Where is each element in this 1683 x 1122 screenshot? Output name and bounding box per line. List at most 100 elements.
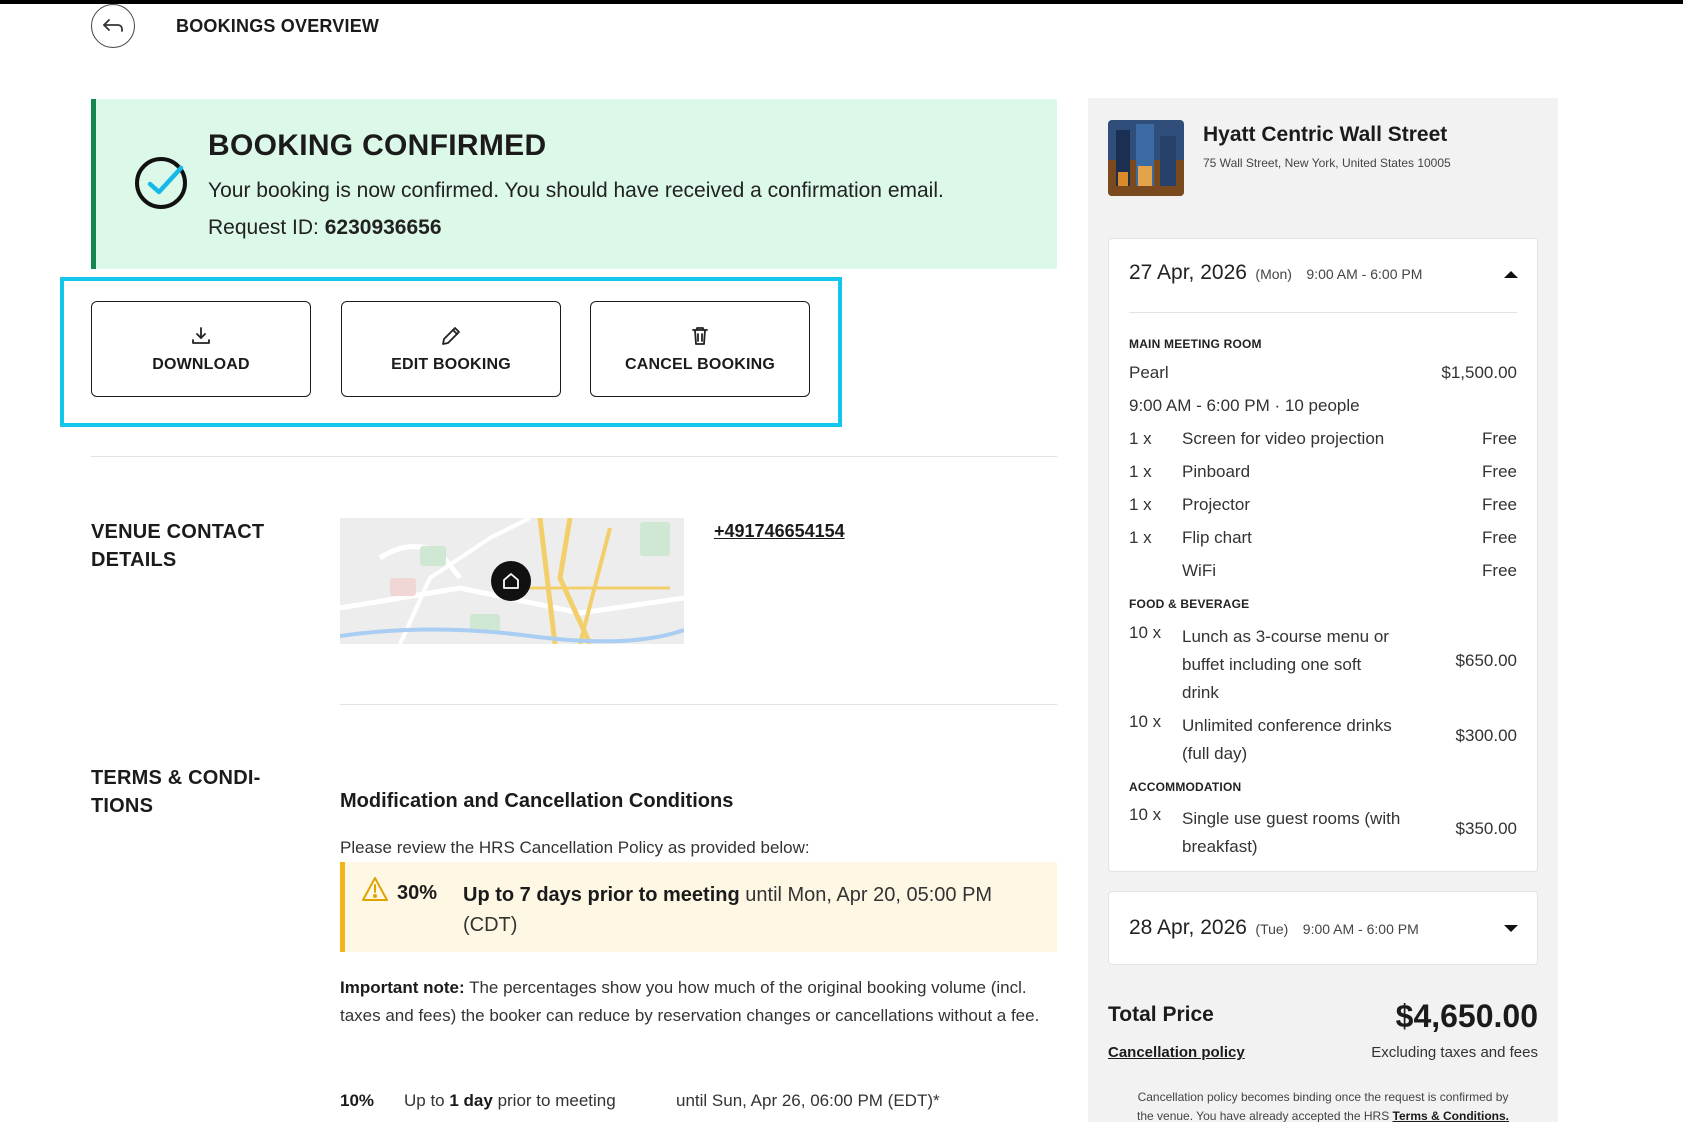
equipment-qty: 1 x <box>1129 462 1152 481</box>
hotel-address: 75 Wall Street, New York, United States … <box>1203 156 1451 170</box>
banner-title: BOOKING CONFIRMED <box>208 129 547 162</box>
room-price: $1,500.00 <box>1441 363 1517 382</box>
fb-price: $300.00 <box>1455 726 1517 745</box>
fb-item-line: drink <box>1182 683 1219 702</box>
pencil-icon <box>442 327 460 345</box>
caret-up-icon[interactable] <box>1503 269 1519 279</box>
download-label: DOWNLOAD <box>152 356 250 373</box>
day-weekday: (Tue) <box>1255 921 1289 937</box>
fb-item: Unlimited conference drinks (full day) <box>1182 712 1392 768</box>
fb-category: FOOD & BEVERAGE <box>1129 597 1250 611</box>
day-header[interactable]: 27 Apr, 2026 (Mon) 9:00 AM - 6:00 PM <box>1129 261 1422 285</box>
room-category: MAIN MEETING ROOM <box>1129 337 1262 351</box>
fb-item-line: (full day) <box>1182 744 1248 763</box>
equipment-price: Free <box>1482 462 1517 481</box>
equipment-name: WiFi <box>1182 561 1216 580</box>
venue-contact-title-line2: DETAILS <box>91 549 177 571</box>
confirmation-banner: BOOKING CONFIRMED Your booking is now co… <box>91 99 1057 269</box>
booking-summary: Hyatt Centric Wall Street 75 Wall Street… <box>1088 98 1558 1122</box>
equipment-price: Free <box>1482 495 1517 514</box>
total-price-value: $4,650.00 <box>1395 998 1538 1034</box>
caret-down-icon[interactable] <box>1503 924 1519 934</box>
equipment-name: Pinboard <box>1182 462 1251 481</box>
important-note: Important note: The percentages show you… <box>340 974 1060 1030</box>
binding-line: the venue. You have already accepted the… <box>1108 1107 1538 1122</box>
binding-note: Cancellation policy becomes binding once… <box>1108 1088 1538 1122</box>
equipment-qty: 1 x <box>1129 429 1152 448</box>
terms-title-line1: TERMS & CONDI- <box>91 767 261 789</box>
edit-booking-button[interactable]: EDIT BOOKING <box>341 301 561 397</box>
acc-qty: 10 x <box>1129 805 1162 824</box>
hotel-name[interactable]: Hyatt Centric Wall Street <box>1203 123 1447 147</box>
banner-message: Your booking is now confirmed. You shoul… <box>208 179 944 202</box>
day-time: 9:00 AM - 6:00 PM <box>1306 266 1423 282</box>
tier-post: prior to meeting <box>492 1091 616 1110</box>
fb-qty: 10 x <box>1129 623 1162 642</box>
fb-qty: 10 x <box>1129 712 1162 731</box>
request-id: Request ID: 6230936656 <box>208 216 442 240</box>
equipment-name: Flip chart <box>1182 528 1252 547</box>
download-icon <box>192 327 210 344</box>
home-marker-icon <box>491 561 531 601</box>
back-arrow-icon <box>103 19 123 32</box>
trash-icon <box>692 327 708 345</box>
total-price-label: Total Price <box>1108 1003 1214 1026</box>
venue-phone-link[interactable]: +491746654154 <box>714 521 845 542</box>
accommodation-category: ACCOMMODATION <box>1129 780 1242 794</box>
cancellation-warning: 30% Up to 7 days prior to meeting until … <box>340 862 1057 952</box>
hotel-image[interactable] <box>1108 120 1184 196</box>
edit-booking-label: EDIT BOOKING <box>391 356 511 373</box>
back-button[interactable] <box>91 4 135 48</box>
equipment-name: Projector <box>1182 495 1251 514</box>
equipment-qty: 1 x <box>1129 528 1152 547</box>
download-button[interactable]: DOWNLOAD <box>91 301 311 397</box>
warning-bold: Up to 7 days prior to meeting <box>463 884 740 906</box>
tier-percent: 10% <box>340 1091 375 1110</box>
divider <box>1129 312 1517 313</box>
day-card-expanded: 27 Apr, 2026 (Mon) 9:00 AM - 6:00 PM MAI… <box>1108 238 1538 872</box>
fb-item-line: Unlimited conference drinks <box>1182 716 1392 735</box>
fb-item-line: buffet including one soft <box>1182 655 1362 674</box>
cancellation-policy-link[interactable]: Cancellation policy <box>1108 1044 1245 1061</box>
binding-line: Cancellation policy becomes binding once… <box>1137 1090 1509 1104</box>
equipment-price: Free <box>1482 429 1517 448</box>
day-header[interactable]: 28 Apr, 2026 (Tue) 9:00 AM - 6:00 PM <box>1129 916 1419 940</box>
tier-bold: 1 day <box>449 1091 493 1110</box>
cancel-booking-label: CANCEL BOOKING <box>624 356 776 373</box>
modification-title: Modification and Cancellation Conditions <box>340 790 734 812</box>
binding-text: the venue. You have already accepted the… <box>1137 1109 1393 1122</box>
request-id-value: 6230936656 <box>324 216 442 239</box>
divider <box>91 456 1057 457</box>
day-weekday: (Mon) <box>1255 266 1292 282</box>
acc-item-line: breakfast) <box>1182 837 1258 856</box>
check-circle-icon <box>135 157 187 209</box>
day-card-collapsed[interactable]: 28 Apr, 2026 (Tue) 9:00 AM - 6:00 PM <box>1108 891 1538 965</box>
divider <box>340 704 1057 705</box>
cancel-booking-button[interactable]: CANCEL BOOKING <box>590 301 810 397</box>
day-date: 28 Apr, 2026 <box>1129 916 1247 939</box>
page-title: BOOKINGS OVERVIEW <box>176 16 380 36</box>
acc-item: Single use guest rooms (with breakfast) <box>1182 805 1400 861</box>
booking-page: BOOKINGS OVERVIEW BOOKING CONFIRMED Your… <box>0 4 1683 1122</box>
fb-item: Lunch as 3-course menu or buffet includi… <box>1182 623 1389 707</box>
room-detail: 9:00 AM - 6:00 PM · 10 people <box>1129 396 1360 415</box>
warning-icon <box>362 877 388 901</box>
day-time: 9:00 AM - 6:00 PM <box>1302 921 1419 937</box>
equipment-name: Screen for video projection <box>1182 429 1385 448</box>
day-date: 27 Apr, 2026 <box>1129 261 1247 284</box>
venue-map[interactable] <box>340 518 684 644</box>
tier-pre: Up to <box>404 1091 450 1110</box>
cancellation-intro: Please review the HRS Cancellation Polic… <box>340 838 810 857</box>
excluding-taxes: Excluding taxes and fees <box>1371 1044 1538 1061</box>
fb-price: $650.00 <box>1455 651 1517 670</box>
venue-contact-title-line1: VENUE CONTACT <box>91 521 265 543</box>
request-id-label: Request ID: <box>208 216 325 239</box>
venue-contact-title: VENUE CONTACT DETAILS <box>91 518 264 574</box>
acc-item-line: Single use guest rooms (with <box>1182 809 1401 828</box>
room-name: Pearl <box>1129 363 1169 382</box>
terms-link[interactable]: Terms & Conditions. <box>1393 1109 1509 1122</box>
note-bold: Important note: <box>340 978 465 997</box>
acc-price: $350.00 <box>1455 819 1517 838</box>
tier-until: until Sun, Apr 26, 06:00 PM (EDT)* <box>676 1091 940 1110</box>
equipment-price: Free <box>1482 561 1517 580</box>
